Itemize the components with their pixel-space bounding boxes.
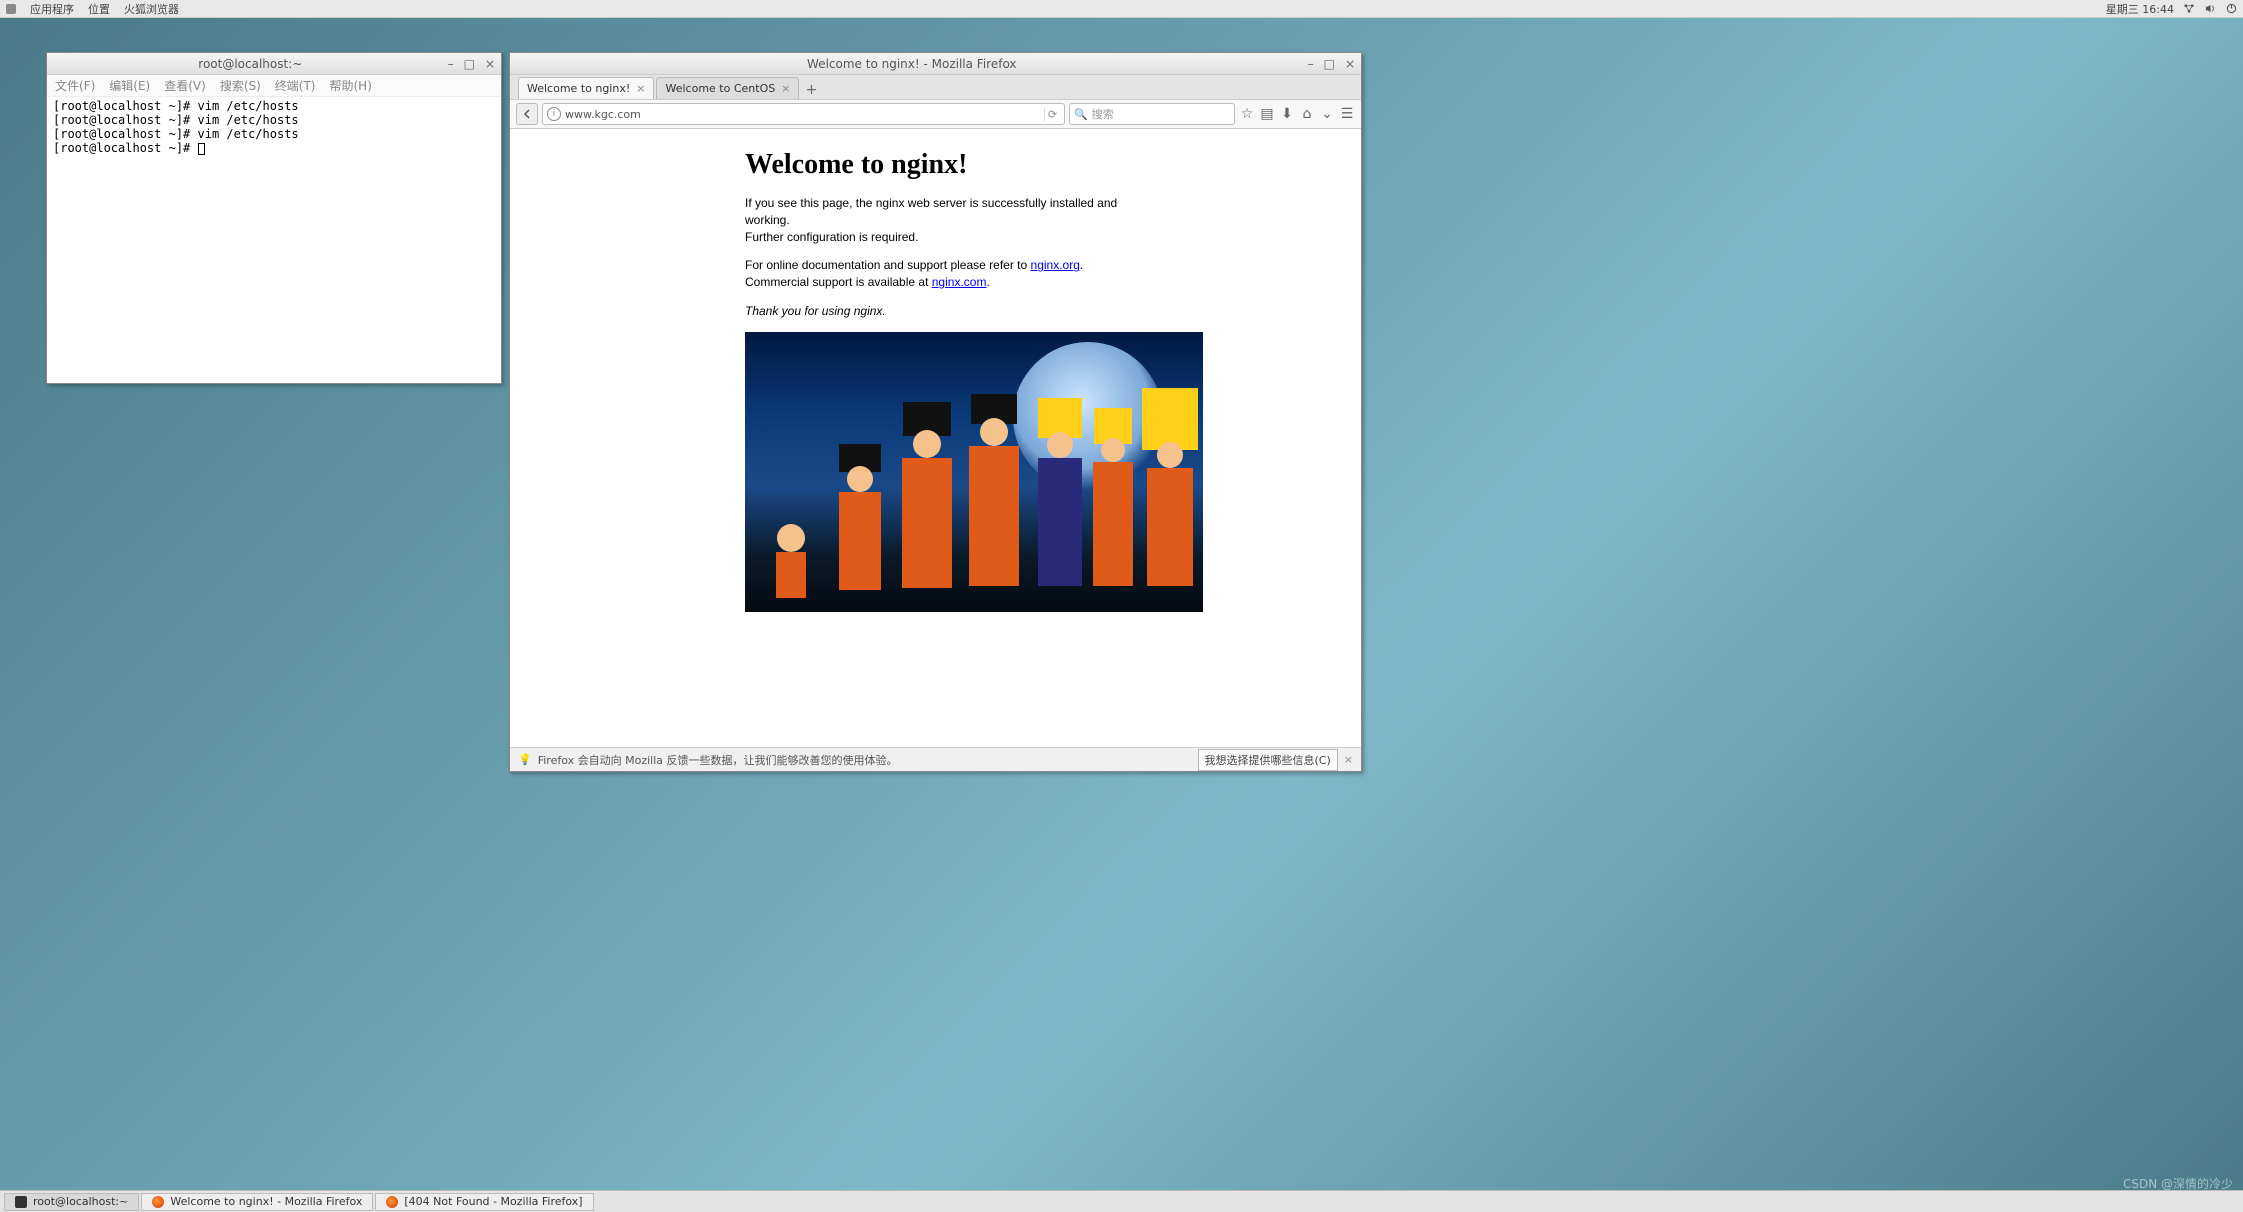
statusbar-close-icon[interactable]: × [1344, 753, 1353, 766]
link-nginx-com[interactable]: nginx.com [932, 275, 987, 289]
volume-icon[interactable] [2205, 3, 2216, 14]
terminal-icon [15, 1196, 27, 1208]
tab-close-icon[interactable]: × [781, 82, 790, 95]
link-nginx-org[interactable]: nginx.org [1031, 258, 1080, 272]
menu-edit[interactable]: 编辑(E) [109, 77, 150, 94]
firefox-icon [386, 1196, 398, 1208]
taskbar-label: [404 Not Found - Mozilla Firefox] [404, 1195, 582, 1208]
menu-file[interactable]: 文件(F) [55, 77, 95, 94]
panel-left: 应用程序 位置 火狐浏览器 [6, 1, 179, 17]
cursor-icon [198, 143, 205, 155]
taskbar-label: root@localhost:~ [33, 1195, 128, 1208]
reload-icon[interactable]: ⟳ [1044, 108, 1060, 121]
page-content[interactable]: Welcome to nginx! If you see this page, … [510, 129, 1361, 747]
menu-places[interactable]: 位置 [88, 1, 110, 17]
back-button[interactable] [516, 103, 538, 125]
firefox-statusbar: 💡 Firefox 会自动向 Mozilla 反馈一些数据，让我们能够改善您的使… [510, 747, 1361, 771]
menu-applications[interactable]: 应用程序 [30, 1, 74, 17]
tab-label: Welcome to CentOS [665, 82, 775, 95]
firefox-tabstrip: Welcome to nginx! × Welcome to CentOS × … [510, 75, 1361, 99]
bookmark-star-icon[interactable]: ☆ [1239, 106, 1255, 122]
power-icon[interactable] [2226, 3, 2237, 14]
watermark: CSDN @深情的冷少 [2123, 1175, 2233, 1192]
pocket-icon[interactable]: ⌄ [1319, 106, 1335, 122]
search-bar[interactable]: 🔍 搜索 [1069, 103, 1235, 125]
reader-icon[interactable]: ▤ [1259, 106, 1275, 122]
terminal-window-controls: – □ × [448, 58, 495, 70]
home-icon[interactable]: ⌂ [1299, 106, 1315, 122]
menu-help[interactable]: 帮助(H) [330, 77, 372, 94]
taskbar-item-terminal[interactable]: root@localhost:~ [4, 1193, 139, 1211]
taskbar-item-firefox-1[interactable]: Welcome to nginx! - Mozilla Firefox [141, 1193, 373, 1211]
minimize-button[interactable]: – [448, 58, 454, 70]
page-image [745, 332, 1203, 612]
terminal-menubar: 文件(F) 编辑(E) 查看(V) 搜索(S) 终端(T) 帮助(H) [47, 75, 501, 97]
tab-close-icon[interactable]: × [636, 82, 645, 95]
network-icon[interactable] [2184, 3, 2195, 14]
status-text: Firefox 会自动向 Mozilla 反馈一些数据，让我们能够改善您的使用体… [538, 752, 898, 768]
panel-right: 星期三 16:44 [2106, 1, 2237, 17]
page-paragraph: Thank you for using nginx. [745, 303, 1126, 320]
page-paragraph: If you see this page, the nginx web serv… [745, 195, 1126, 245]
tab-label: Welcome to nginx! [527, 82, 630, 95]
close-button[interactable]: × [485, 58, 495, 70]
firefox-window: Welcome to nginx! - Mozilla Firefox – □ … [509, 52, 1362, 772]
page-paragraph: For online documentation and support ple… [745, 257, 1126, 291]
search-icon: 🔍 [1074, 108, 1088, 121]
firefox-toolbar: i www.kgc.com ⟳ 🔍 搜索 ☆ ▤ ⬇ ⌂ ⌄ ☰ [510, 99, 1361, 129]
downloads-icon[interactable]: ⬇ [1279, 106, 1295, 122]
clock[interactable]: 星期三 16:44 [2106, 1, 2174, 17]
activities-icon[interactable] [6, 4, 16, 14]
maximize-button[interactable]: □ [1324, 58, 1335, 70]
menu-search[interactable]: 搜索(S) [220, 77, 261, 94]
top-panel: 应用程序 位置 火狐浏览器 星期三 16:44 [0, 0, 2243, 18]
search-placeholder: 搜索 [1092, 106, 1114, 122]
firefox-title: Welcome to nginx! - Mozilla Firefox [516, 57, 1308, 71]
hamburger-menu-icon[interactable]: ☰ [1339, 106, 1355, 122]
terminal-titlebar[interactable]: root@localhost:~ – □ × [47, 53, 501, 75]
terminal-window: root@localhost:~ – □ × 文件(F) 编辑(E) 查看(V)… [46, 52, 502, 384]
tab-nginx[interactable]: Welcome to nginx! × [518, 77, 654, 99]
taskbar-label: Welcome to nginx! - Mozilla Firefox [170, 1195, 362, 1208]
minimize-button[interactable]: – [1308, 58, 1314, 70]
firefox-titlebar[interactable]: Welcome to nginx! - Mozilla Firefox – □ … [510, 53, 1361, 75]
lightbulb-icon: 💡 [518, 753, 532, 766]
maximize-button[interactable]: □ [464, 58, 475, 70]
taskbar: root@localhost:~ Welcome to nginx! - Moz… [0, 1190, 2243, 1212]
close-button[interactable]: × [1345, 58, 1355, 70]
firefox-window-controls: – □ × [1308, 58, 1355, 70]
menu-terminal[interactable]: 终端(T) [275, 77, 316, 94]
tab-centos[interactable]: Welcome to CentOS × [656, 77, 799, 99]
page-heading: Welcome to nginx! [745, 149, 1126, 181]
menu-view[interactable]: 查看(V) [164, 77, 206, 94]
menu-firefox[interactable]: 火狐浏览器 [124, 1, 179, 17]
taskbar-item-firefox-2[interactable]: [404 Not Found - Mozilla Firefox] [375, 1193, 593, 1211]
url-bar[interactable]: i www.kgc.com ⟳ [542, 103, 1065, 125]
site-info-icon[interactable]: i [547, 107, 561, 121]
new-tab-button[interactable]: + [801, 81, 821, 99]
terminal-title: root@localhost:~ [53, 57, 448, 71]
terminal-body[interactable]: [root@localhost ~]# vim /etc/hosts [root… [47, 97, 501, 383]
url-text: www.kgc.com [565, 108, 641, 121]
choose-data-button[interactable]: 我想选择提供哪些信息(C) [1198, 749, 1338, 771]
firefox-icon [152, 1196, 164, 1208]
